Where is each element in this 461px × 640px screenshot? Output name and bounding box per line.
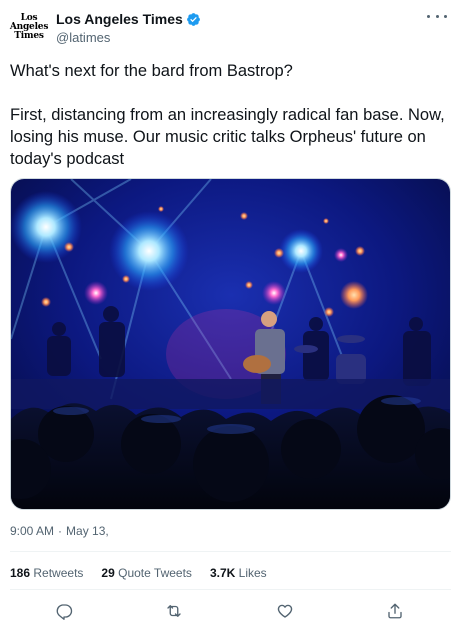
- share-icon: [388, 603, 402, 619]
- tweet-paragraph: First, distancing from an increasingly r…: [10, 106, 445, 168]
- author-name-row[interactable]: Los Angeles Times: [56, 11, 201, 27]
- likes-stat[interactable]: 3.7K Likes: [210, 566, 267, 580]
- tweet-timestamp[interactable]: 9:00 AM · May 13,: [10, 524, 109, 538]
- quote-tweets-stat[interactable]: 29 Quote Tweets: [101, 566, 192, 580]
- tweet-paragraph: What's next for the bard from Bastrop?: [10, 62, 293, 80]
- tweet-actions: [10, 600, 451, 624]
- share-button[interactable]: [384, 600, 406, 622]
- tweet-text: What's next for the bard from Bastrop? F…: [10, 60, 451, 170]
- reply-icon: [56, 604, 73, 620]
- divider: [10, 551, 451, 552]
- divider: [10, 589, 451, 590]
- likes-label: Likes: [238, 566, 267, 580]
- retweet-icon: [167, 605, 181, 617]
- tweet-header: Los Angeles Times Los Angeles Times @lat…: [10, 6, 451, 46]
- retweets-label: Retweets: [33, 566, 84, 580]
- likes-count: 3.7K: [209, 566, 236, 580]
- avatar-logo-line: Times: [14, 30, 44, 41]
- timestamp-separator: ·: [58, 524, 63, 538]
- tweet-date: May 13,: [66, 524, 109, 538]
- like-button[interactable]: [274, 600, 296, 622]
- verified-badge-icon: [186, 12, 200, 26]
- quote-tweets-label: Quote Tweets: [118, 566, 192, 580]
- engagement-stats: 186 Retweets 29 Quote Tweets 3.7K Likes: [10, 566, 267, 580]
- author-avatar[interactable]: Los Angeles Times: [10, 8, 48, 46]
- reply-button[interactable]: [53, 600, 75, 622]
- like-icon: [277, 604, 293, 618]
- tweet-time: 9:00 AM: [10, 524, 55, 538]
- author-name[interactable]: Los Angeles Times: [56, 11, 183, 27]
- retweets-stat[interactable]: 186 Retweets: [10, 566, 83, 580]
- concert-stage-photo: [11, 179, 450, 509]
- retweets-count: 186: [10, 566, 31, 580]
- retweet-button[interactable]: [163, 600, 185, 622]
- tweet-photo[interactable]: [10, 178, 451, 510]
- author-handle[interactable]: @latimes: [56, 30, 110, 45]
- more-options-icon[interactable]: [427, 10, 447, 22]
- quote-tweets-count: 29: [101, 566, 115, 580]
